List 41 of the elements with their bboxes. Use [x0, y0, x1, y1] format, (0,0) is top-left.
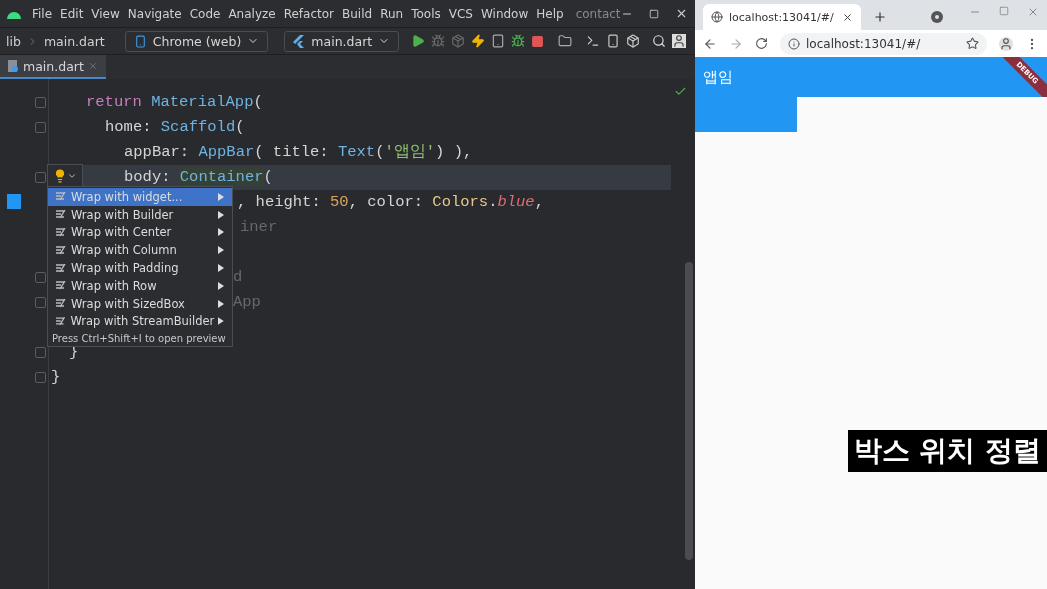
menu-item[interactable]: Analyze — [224, 6, 280, 21]
menu-item[interactable]: Navigate — [123, 6, 186, 21]
menu-item[interactable]: Wrap with Row — [48, 277, 232, 295]
address-bar[interactable]: localhost:13041/#/ — [780, 32, 987, 55]
code-line: App — [233, 292, 261, 313]
menu-item[interactable]: Edit — [56, 6, 88, 21]
code-line: return MaterialApp( — [86, 92, 263, 113]
menu-item[interactable]: Help — [532, 6, 568, 21]
menu-item[interactable]: File — [28, 6, 57, 21]
project-title: contact — [575, 6, 621, 21]
breadcrumb-item[interactable]: lib — [6, 33, 21, 49]
menu-item[interactable]: Run — [376, 6, 408, 21]
menu-item[interactable]: Wrap with Padding — [48, 259, 232, 277]
code-line: home: Scaffold( — [105, 117, 245, 138]
menu-item[interactable]: Wrap with Column — [48, 241, 232, 260]
menu-item[interactable]: Code — [185, 6, 225, 21]
menu-item[interactable]: Wrap with widget... — [48, 188, 232, 206]
breadcrumb-item[interactable]: main.dart — [43, 33, 105, 49]
code-line: body: Container( — [124, 167, 273, 188]
code-line: iner — [240, 217, 278, 238]
run-config-selector[interactable]: main.dart — [284, 30, 400, 52]
code-line: } — [51, 367, 61, 388]
menu-item[interactable]: View — [87, 6, 124, 21]
menu-item[interactable]: Wrap with StreamBuilder — [48, 312, 232, 331]
browser-tab[interactable]: localhost:13041/#/ — [703, 4, 861, 30]
menu-item[interactable]: Window — [476, 6, 533, 21]
menu-item[interactable]: Refactor — [279, 6, 339, 21]
menu-item[interactable]: Wrap with SizedBox — [48, 294, 232, 313]
menu-item[interactable]: Build — [338, 6, 377, 21]
code-line: d — [233, 267, 243, 288]
device-selector[interactable]: Chrome (web) — [124, 30, 269, 52]
menu-item[interactable]: Wrap with Center — [48, 223, 232, 242]
app-bar-title: 앱임 — [703, 67, 733, 87]
menu-hint: Press Ctrl+Shift+I to open preview — [51, 332, 227, 345]
menu-item[interactable]: Wrap with Builder — [48, 205, 232, 224]
menu-item[interactable]: Tools — [407, 6, 445, 21]
editor-tab[interactable]: main.dart — [0, 55, 106, 79]
caption: 박스 위치 정렬 — [847, 430, 1047, 472]
code-line: appBar: AppBar( title: Text('앱임') ), — [124, 142, 473, 163]
code-line: , height: 50, color: Colors.blue, — [237, 192, 544, 213]
menu-item[interactable]: VCS — [444, 6, 477, 21]
